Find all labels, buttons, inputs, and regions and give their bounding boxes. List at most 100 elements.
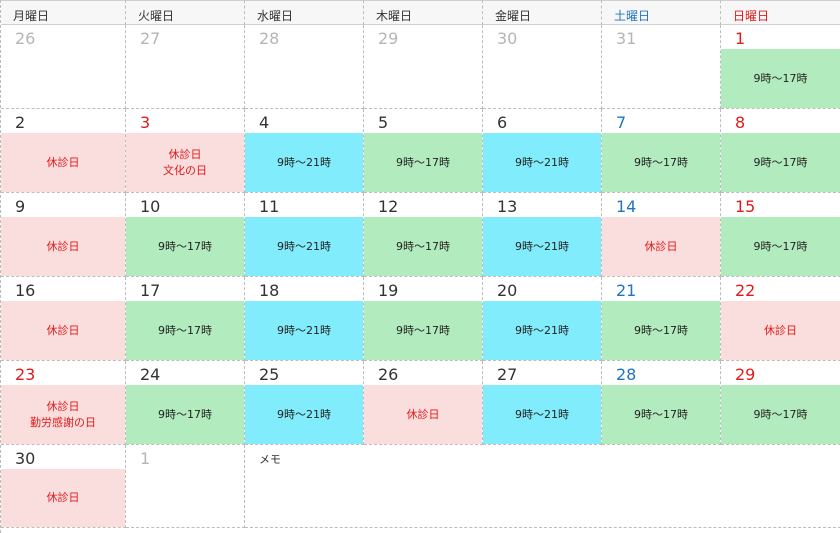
schedule-text: 休診日 (764, 323, 797, 337)
schedule-text: 休診日 (168, 147, 202, 161)
day-cell[interactable]: 29 9時～17時 (721, 361, 840, 445)
schedule-text: 9時～17時 (634, 155, 688, 169)
office-hours-band: 9時～21時 (483, 217, 601, 276)
weekday-header: 土曜日 (602, 0, 721, 25)
schedule-text: 9時～21時 (277, 155, 331, 169)
day-number: 23 (15, 365, 36, 384)
day-cell[interactable]: 26 休診日 (364, 361, 483, 445)
day-cell[interactable]: 20 9時～21時 (483, 277, 602, 361)
office-hours-band: 9時～21時 (245, 217, 363, 276)
day-number: 27 (497, 365, 518, 384)
day-number: 6 (497, 113, 508, 132)
day-number: 28 (259, 29, 280, 48)
office-hours-band: 9時～17時 (364, 217, 482, 276)
day-cell[interactable]: 7 9時～17時 (602, 109, 721, 193)
weekday-header: 月曜日 (1, 0, 126, 25)
day-cell[interactable]: 31 (602, 25, 721, 109)
day-cell[interactable]: 30 (483, 25, 602, 109)
day-cell[interactable]: 9 休診日 (1, 193, 126, 277)
day-cell[interactable]: 11 9時～21時 (245, 193, 364, 277)
day-cell[interactable]: 10 9時～17時 (126, 193, 245, 277)
day-number: 29 (378, 29, 399, 48)
closed-day-band: 休診日 文化の日 (126, 133, 244, 192)
day-number: 31 (616, 29, 637, 48)
day-cell[interactable]: 4 9時～21時 (245, 109, 364, 193)
day-cell[interactable]: 26 (1, 25, 126, 109)
day-number: 2 (15, 113, 26, 132)
day-number: 15 (735, 197, 756, 216)
holiday-name: 勤労感謝の日 (30, 415, 96, 429)
office-hours-band: 9時～17時 (364, 301, 482, 360)
day-cell[interactable]: 3 休診日 文化の日 (126, 109, 245, 193)
day-cell[interactable]: 22 休診日 (721, 277, 840, 361)
day-cell[interactable]: 1 9時～17時 (721, 25, 840, 109)
day-cell[interactable]: 28 9時～17時 (602, 361, 721, 445)
day-cell[interactable]: 29 (364, 25, 483, 109)
schedule-text: 休診日 (46, 155, 80, 169)
day-cell[interactable]: 1 (126, 445, 245, 528)
closed-day-band: 休診日 (602, 217, 720, 276)
day-cell[interactable]: 27 9時～21時 (483, 361, 602, 445)
day-number: 26 (378, 365, 399, 384)
schedule-text: 9時～21時 (515, 323, 569, 337)
closed-day-band: 休診日 (1, 133, 125, 192)
office-hours-band: 9時～17時 (602, 133, 720, 192)
day-cell[interactable]: 30 休診日 (1, 445, 126, 528)
schedule-text: 9時～17時 (396, 155, 450, 169)
day-number: 5 (378, 113, 389, 132)
day-number: 18 (259, 281, 280, 300)
day-cell[interactable]: 19 9時～17時 (364, 277, 483, 361)
day-cell[interactable]: 12 9時～17時 (364, 193, 483, 277)
office-hours-band: 9時～17時 (126, 217, 244, 276)
day-number: 17 (140, 281, 161, 300)
day-cell[interactable]: 27 (126, 25, 245, 109)
day-cell[interactable]: 24 9時～17時 (126, 361, 245, 445)
day-cell[interactable]: 23 休診日 勤労感謝の日 (1, 361, 126, 445)
office-hours-band: 9時～17時 (126, 301, 244, 360)
day-cell[interactable]: 14 休診日 (602, 193, 721, 277)
day-cell[interactable]: 25 9時～21時 (245, 361, 364, 445)
day-cell[interactable]: 6 9時～21時 (483, 109, 602, 193)
day-cell[interactable]: 21 9時～17時 (602, 277, 721, 361)
weekday-header: 日曜日 (721, 0, 840, 25)
schedule-text: 9時～17時 (634, 323, 688, 337)
day-number: 27 (140, 29, 161, 48)
weekday-header: 木曜日 (364, 0, 483, 25)
office-hours-band: 9時～21時 (245, 301, 363, 360)
closed-day-band: 休診日 (1, 301, 125, 360)
day-cell[interactable]: 18 9時～21時 (245, 277, 364, 361)
closed-day-band: 休診日 (721, 301, 840, 360)
office-hours-band: 9時～17時 (721, 217, 840, 276)
day-cell[interactable]: 8 9時～17時 (721, 109, 840, 193)
day-number: 29 (735, 365, 756, 384)
office-hours-band: 9時～17時 (602, 301, 720, 360)
office-hours-band: 9時～17時 (364, 133, 482, 192)
day-number: 11 (259, 197, 280, 216)
day-cell[interactable]: 16 休診日 (1, 277, 126, 361)
day-number: 1 (140, 449, 151, 468)
day-cell[interactable]: 2 休診日 (1, 109, 126, 193)
office-hours-band: 9時～21時 (483, 385, 601, 444)
schedule-text: 9時～21時 (515, 155, 569, 169)
weekday-header: 水曜日 (245, 0, 364, 25)
closed-day-band: 休診日 (1, 217, 125, 276)
schedule-text: 9時～21時 (515, 239, 569, 253)
day-cell[interactable]: 5 9時～17時 (364, 109, 483, 193)
schedule-text: 9時～17時 (396, 323, 450, 337)
schedule-text: 9時～17時 (634, 407, 688, 421)
schedule-text: 9時～17時 (753, 155, 808, 169)
day-number: 13 (497, 197, 518, 216)
day-number: 12 (378, 197, 399, 216)
office-hours-band: 9時～17時 (721, 133, 840, 192)
day-cell[interactable]: 13 9時～21時 (483, 193, 602, 277)
office-hours-band: 9時～17時 (126, 385, 244, 444)
day-cell[interactable]: 28 (245, 25, 364, 109)
schedule-text: 休診日 (644, 239, 678, 253)
day-cell[interactable]: 17 9時～17時 (126, 277, 245, 361)
schedule-text: 9時～21時 (277, 323, 331, 337)
closed-day-band: 休診日 勤労感謝の日 (1, 385, 125, 444)
day-cell[interactable]: 15 9時～17時 (721, 193, 840, 277)
memo-area: メモ (245, 445, 840, 528)
schedule-text: 9時～17時 (158, 407, 212, 421)
day-number: 4 (259, 113, 270, 132)
